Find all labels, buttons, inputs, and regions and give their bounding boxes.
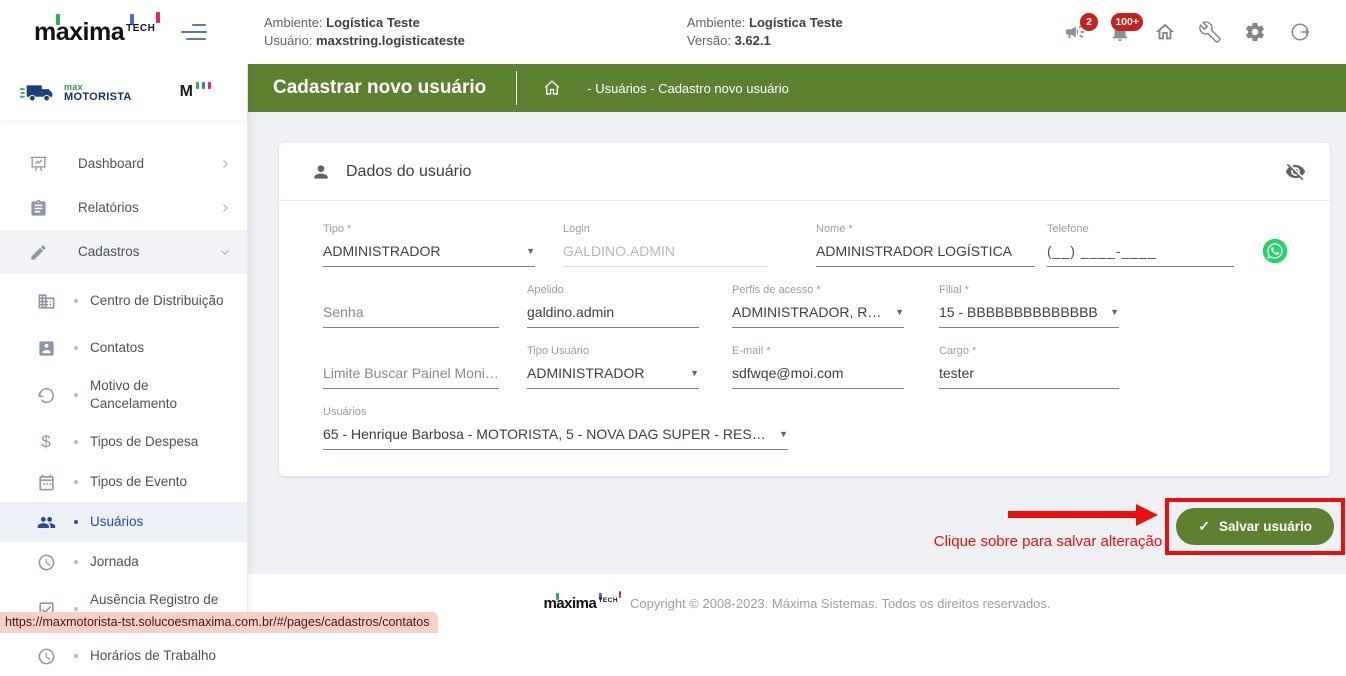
eye-slash-icon[interactable] — [1285, 161, 1306, 182]
logo-tech: TECH — [126, 22, 156, 34]
chevron-right-icon — [219, 158, 231, 170]
clock-icon — [36, 646, 56, 666]
logout-icon[interactable] — [1288, 20, 1312, 44]
home-icon[interactable] — [1153, 20, 1177, 44]
dropdown-arrow-icon: ▼ — [779, 429, 788, 439]
building-icon — [36, 291, 56, 311]
notifications-badge: 100+ — [1111, 13, 1143, 31]
annotation-arrow-icon — [1008, 503, 1159, 526]
reports-clipboard-icon — [28, 198, 48, 218]
apelido-field[interactable]: Apelido galdino.admin — [527, 284, 699, 328]
usuarios-select[interactable]: Usuários 65 - Henrique Barbosa - MOTORIS… — [323, 406, 788, 450]
breadcrumb: - Usuários - Cadastro novo usuário — [587, 80, 789, 96]
chevron-down-icon — [219, 246, 231, 258]
annotation: Clique sobre para salvar alteração — [933, 503, 1163, 550]
bullet-dot — [74, 346, 78, 350]
divider — [516, 71, 518, 105]
bullet-dot — [74, 607, 78, 611]
environment-info-left: Ambiente: Logística Teste Usuário: maxst… — [264, 15, 465, 48]
logo-word: maxima — [34, 17, 125, 46]
page-title: Cadastrar novo usuário — [273, 77, 487, 98]
bullet-dot — [74, 520, 78, 524]
email-field[interactable]: E-mail * sdfwqe@moi.com — [732, 345, 904, 389]
user-data-card: Dados do usuário Tipo * ADMINISTRADOR ▼ L… — [279, 143, 1330, 476]
tipo-usuario-select[interactable]: Tipo Usuário ADMINISTRADOR ▼ — [527, 345, 699, 389]
maxima-tech-logo: maxima TECH — [34, 11, 161, 47]
perfis-acesso-select[interactable]: Perfis de acesso * ADMINISTRADOR, ROTEIR… — [732, 284, 904, 328]
login-field: Login GALDINO.ADMIN — [563, 223, 768, 267]
hamburger-menu-icon[interactable] — [181, 24, 209, 40]
maxmotorista-logo: max MOTORISTA — [20, 80, 132, 104]
environment-info-right: Ambiente: Logística Teste Versão: 3.62.1 — [686, 15, 843, 48]
bullet-dot — [74, 480, 78, 484]
bullet-dot — [74, 299, 78, 303]
page-header-bar: Cadastrar novo usuário - Usuários - Cada… — [248, 64, 1346, 112]
sidebar-item-horarios-trabalho[interactable]: Horários de Trabalho — [0, 636, 247, 676]
pencil-icon — [28, 242, 48, 262]
logo-tick-green — [556, 592, 559, 600]
calendar-icon — [36, 472, 56, 492]
dropdown-arrow-icon: ▼ — [895, 307, 904, 317]
settings-gear-icon[interactable] — [1243, 20, 1267, 44]
card-title: Dados do usuário — [346, 162, 472, 180]
contact-card-icon — [36, 338, 56, 358]
senha-field[interactable]: Senha — [323, 284, 499, 328]
logo-tick-green — [56, 13, 60, 25]
tipo-select[interactable]: Tipo * ADMINISTRADOR ▼ — [323, 223, 535, 267]
limite-buscar-field[interactable]: Limite Buscar Painel Monitora... — [323, 345, 499, 389]
announcements-badge: 2 — [1080, 13, 1098, 31]
bullet-dot — [74, 654, 78, 658]
sidebar-item-dashboard[interactable]: Dashboard — [0, 142, 247, 186]
sidebar-item-contatos[interactable]: Contatos — [0, 328, 247, 368]
sidebar-item-relatorios[interactable]: Relatórios — [0, 186, 247, 230]
sidebar: max MOTORISTA M Dashboard Relatórios Cad… — [0, 64, 248, 664]
copyright-text: Copyright © 2008-2023. Máxima Sistemas. … — [630, 596, 1051, 611]
dropdown-arrow-icon: ▼ — [1110, 307, 1119, 317]
notifications-bell-icon[interactable]: 100+ — [1108, 13, 1143, 44]
footer-logo: maxima TECH — [543, 590, 622, 613]
sidebar-item-cadastros[interactable]: Cadastros — [0, 230, 247, 274]
dollar-icon: $ — [41, 432, 51, 451]
sidebar-item-usuarios[interactable]: Usuários — [0, 502, 247, 542]
filial-select[interactable]: Filial * 15 - BBBBBBBBBBBBBB ▼ — [939, 284, 1119, 328]
logo-tick-pink — [156, 11, 161, 23]
whatsapp-icon[interactable] — [1262, 238, 1288, 264]
clock-icon — [36, 552, 56, 572]
bullet-dot — [74, 393, 78, 397]
check-icon: ✓ — [1198, 518, 1210, 534]
sidebar-item-motivo-cancelamento[interactable]: Motivo de Cancelamento — [0, 368, 247, 422]
m-mini-logo: M — [180, 82, 211, 101]
sidebar-item-centro-distribuicao[interactable]: Centro de Distribuição — [0, 274, 247, 328]
sidebar-item-tipos-evento[interactable]: Tipos de Evento — [0, 462, 247, 502]
announcements-icon[interactable]: 2 — [1063, 13, 1098, 44]
person-icon — [314, 164, 328, 179]
top-header: maxima TECH Ambiente: Logística Teste Usu… — [0, 0, 1346, 64]
nome-field[interactable]: Nome * ADMINISTRADOR LOGÍSTICA — [816, 223, 1035, 267]
telefone-field[interactable]: Telefone (__) ____-____ — [1047, 223, 1234, 267]
save-user-button[interactable]: ✓ Salvar usuário — [1176, 508, 1334, 545]
breadcrumb-home-icon[interactable] — [543, 79, 561, 97]
bullet-dot — [74, 440, 78, 444]
truck-icon — [20, 85, 53, 102]
chevron-right-icon — [219, 202, 231, 214]
sidebar-item-jornada[interactable]: Jornada — [0, 542, 247, 582]
dashboard-icon — [28, 154, 48, 174]
logo-tick-pink — [618, 590, 622, 598]
cargo-field[interactable]: Cargo * tester — [939, 345, 1119, 389]
annotation-text: Clique sobre para salvar alteração — [933, 532, 1163, 550]
undo-icon — [36, 385, 56, 405]
dropdown-arrow-icon: ▼ — [526, 246, 535, 256]
sidebar-item-tipos-despesa[interactable]: $ Tipos de Despesa — [0, 422, 247, 462]
bullet-dot — [74, 560, 78, 564]
tools-wrench-icon[interactable] — [1198, 20, 1222, 44]
status-url: https://maxmotorista-tst.solucoesmaxima.… — [0, 612, 439, 633]
users-group-icon — [36, 512, 56, 532]
dropdown-arrow-icon: ▼ — [690, 368, 699, 378]
annotation-highlight-box: ✓ Salvar usuário — [1165, 498, 1345, 555]
main-content: Cadastrar novo usuário - Usuários - Cada… — [248, 64, 1346, 633]
